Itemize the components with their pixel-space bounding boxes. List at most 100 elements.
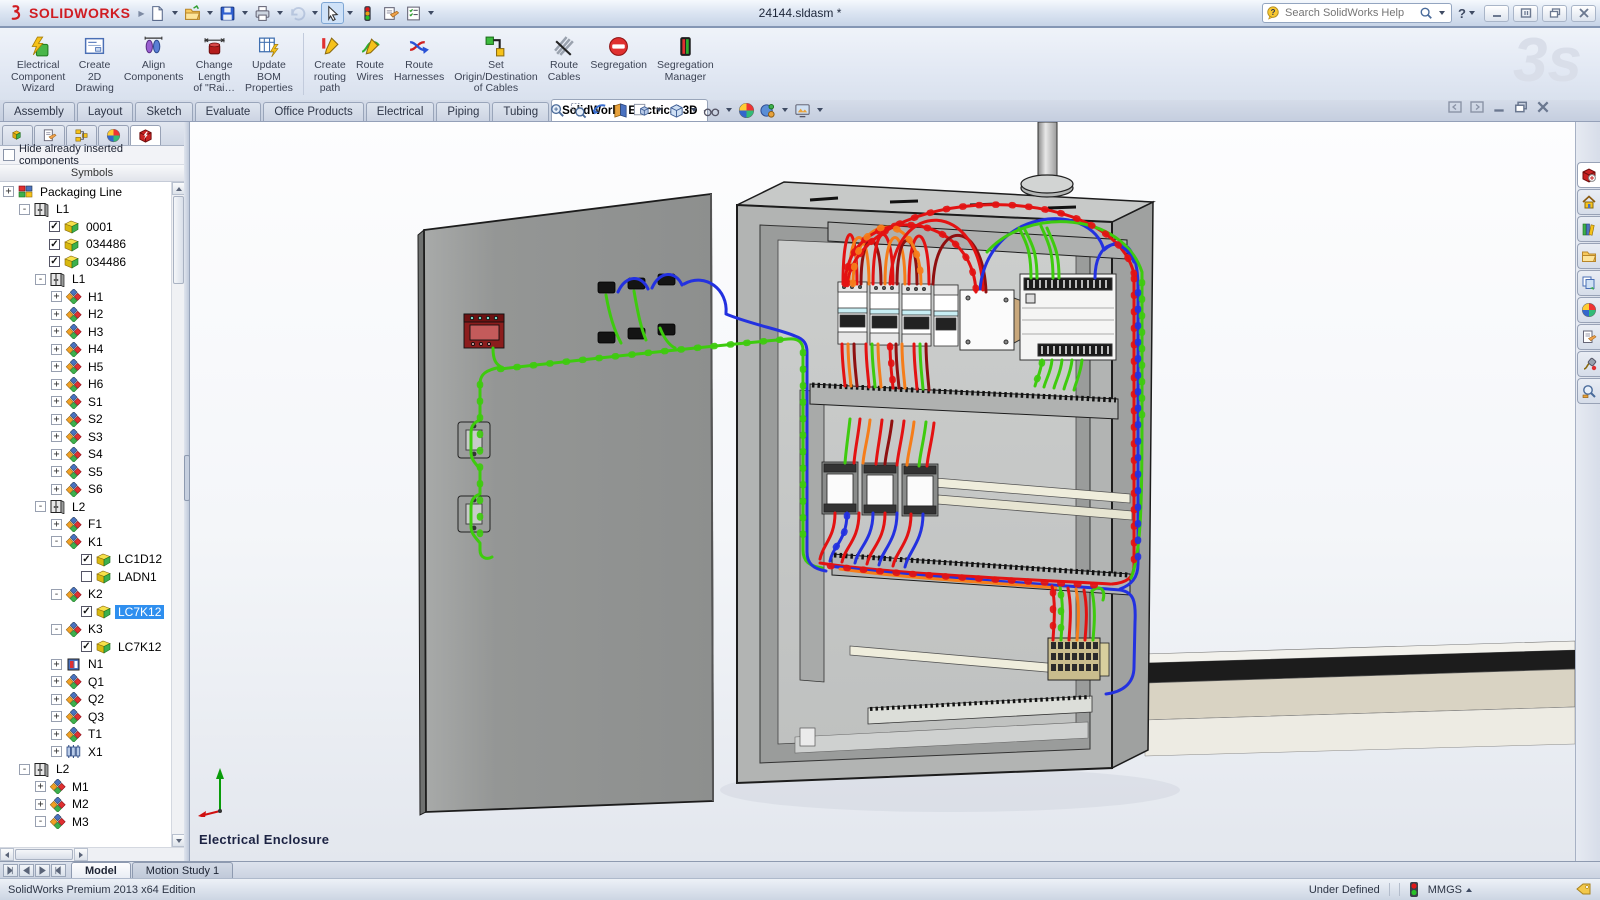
options-dropdown[interactable] [428,11,434,15]
door-switch-2[interactable] [458,496,490,532]
scroll-up-arrow[interactable] [172,182,184,195]
zoom-to-area-button[interactable] [569,102,588,119]
tree-row-034486[interactable]: ✓034486 [0,253,171,271]
restore-document-button[interactable] [1514,100,1528,118]
view-settings-dropdown[interactable] [817,108,823,112]
expand-icon[interactable]: + [51,711,62,722]
print-button[interactable] [251,2,274,24]
tree-row-s6[interactable]: +S6 [0,481,171,499]
design-library-tab[interactable] [1577,216,1600,242]
tab-electrical[interactable]: Electrical [366,102,435,121]
door-switch-1[interactable] [458,422,490,458]
unit-system-selector[interactable]: MMGS [1428,884,1472,896]
expand-icon[interactable]: + [51,326,62,337]
prev-tab-button[interactable] [19,864,34,877]
motor-contactors[interactable] [822,462,938,516]
new-document-dropdown[interactable] [172,11,178,15]
expand-icon[interactable]: + [51,396,62,407]
tree-row-q3[interactable]: +Q3 [0,708,171,726]
expand-icon[interactable]: + [51,729,62,740]
tree-row-0001[interactable]: ✓0001 [0,218,171,236]
restore-window-button[interactable] [1542,5,1567,22]
tree-hscroll-thumb[interactable] [15,849,73,860]
solidworks-electrical-pane-tab[interactable] [1577,162,1600,188]
tree-row-x1[interactable]: +X1 [0,743,171,761]
doc-tab-motion-study-1[interactable]: Motion Study 1 [132,862,233,878]
tree-row-q2[interactable]: +Q2 [0,691,171,709]
undo-dropdown[interactable] [312,11,318,15]
section-view-button[interactable] [611,102,630,119]
previous-view-button[interactable] [590,102,609,119]
tag-icon[interactable] [1576,883,1592,896]
expand-icon[interactable]: + [51,431,62,442]
expand-icon[interactable]: + [51,694,62,705]
view-palette-tab[interactable] [1577,270,1600,296]
expand-icon[interactable]: + [51,379,62,390]
save-dropdown[interactable] [242,11,248,15]
tree-row-h1[interactable]: +H1 [0,288,171,306]
new-document-button[interactable] [146,2,169,24]
tab-layout[interactable]: Layout [77,102,134,121]
minimize-window-button[interactable] [1484,5,1509,22]
display-style-button[interactable] [667,102,686,119]
doc-tab-model[interactable]: Model [71,862,131,878]
scroll-right-arrow[interactable] [74,848,88,861]
tree-row-l1[interactable]: -L1 [0,201,171,219]
expand-icon[interactable]: + [51,746,62,757]
expand-icon[interactable]: + [51,466,62,477]
collapse-icon[interactable]: - [51,589,62,600]
tree-row-034486[interactable]: ✓034486 [0,236,171,254]
open-button[interactable] [181,2,204,24]
view-settings-button[interactable] [793,102,812,119]
door-transformer[interactable] [464,314,504,348]
first-tab-button[interactable] [3,864,18,877]
select-button[interactable] [321,2,344,24]
close-window-button[interactable] [1571,5,1596,22]
tree-row-l1[interactable]: -L1 [0,271,171,289]
expand-icon[interactable]: + [51,361,62,372]
select-dropdown[interactable] [347,11,353,15]
tree-row-k2[interactable]: -K2 [0,586,171,604]
route-harnesses-button[interactable]: RouteHarnesses [389,31,449,85]
collapse-icon[interactable]: - [51,624,62,635]
collapse-pane-right-button[interactable] [1470,100,1484,118]
tree-row-n1[interactable]: +N1 [0,656,171,674]
print-dropdown[interactable] [277,11,283,15]
terminal-block[interactable] [1048,638,1109,680]
circuit-breakers[interactable] [838,282,958,346]
edit-appearance-button[interactable] [737,102,756,119]
electrical-content-tab[interactable] [1577,351,1600,377]
tree-row-m3[interactable]: -M3 [0,813,171,831]
apply-scene-dropdown[interactable] [782,108,788,112]
expand-icon[interactable]: + [51,484,62,495]
toggle-fullscreen-button[interactable] [1513,5,1538,22]
tree-row-packaging-line[interactable]: +Packaging Line [0,183,171,201]
expand-icon[interactable]: + [51,414,62,425]
tree-row-ladn1[interactable]: LADN1 [0,568,171,586]
tree-row-l2[interactable]: -L2 [0,498,171,516]
route-wires-button[interactable]: RouteWires [351,31,389,85]
create-2d-drawing-button[interactable]: Create2DDrawing [70,31,119,97]
search-icon[interactable] [1419,6,1433,20]
expand-icon[interactable]: + [51,519,62,530]
create-routing-path-button[interactable]: Createroutingpath [309,31,351,97]
tab-assembly[interactable]: Assembly [3,102,75,121]
collapse-pane-left-button[interactable] [1448,100,1462,118]
tree-row-m1[interactable]: +M1 [0,778,171,796]
visibility-checkbox[interactable] [81,571,92,582]
featuremanager-tree-tab[interactable] [2,125,33,145]
configurationmanager-tab[interactable] [66,125,97,145]
tree-row-s5[interactable]: +S5 [0,463,171,481]
search-input[interactable] [1283,6,1416,20]
collapse-icon[interactable]: - [35,501,46,512]
tree-row-h3[interactable]: +H3 [0,323,171,341]
display-style-dropdown[interactable] [691,108,697,112]
tab-evaluate[interactable]: Evaluate [195,102,262,121]
search-scope-dropdown[interactable] [1439,11,1445,15]
visibility-checkbox[interactable]: ✓ [49,256,60,267]
view-orientation-button[interactable] [632,102,651,119]
visibility-checkbox[interactable]: ✓ [81,641,92,652]
collapse-icon[interactable]: - [51,536,62,547]
tree-horizontal-scrollbar[interactable] [0,847,184,861]
tree-row-h6[interactable]: +H6 [0,376,171,394]
